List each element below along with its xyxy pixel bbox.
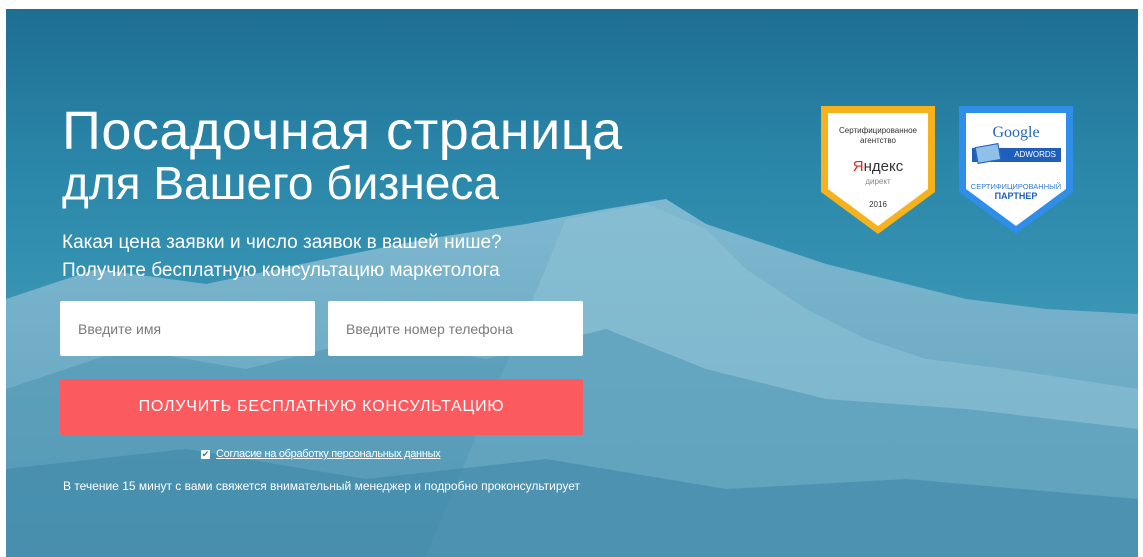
google-badge-line1: СЕРТИФИЦИРОВАННЫЙ [970,182,1062,191]
callback-note: В течение 15 минут с вами свяжется внима… [62,479,581,493]
hero-title-line2: для Вашего бизнеса [62,157,499,209]
google-badge-line2: ПАРТНЕР [994,191,1038,201]
google-adwords-badge: Google ADWORDS СЕРТИФИЦИРОВАННЫЙ ПАРТНЕР [955,104,1077,236]
hero-subtitle-line1: Какая цена заявки и число заявок в вашей… [62,232,502,253]
consent-row: ✔ Согласие на обработку персональных дан… [201,448,441,460]
yandex-logo: Яндекс [852,158,904,175]
yandex-badge-sub: директ [865,177,891,186]
yandex-badge-line2: агентство [860,136,896,145]
yandex-badge-line1: Сертифицированное [839,126,917,135]
hero-section: Посадочная страница для Вашего бизнеса К… [6,9,1138,557]
phone-input[interactable] [328,301,583,356]
consent-link[interactable]: Согласие на обработку персональных данны… [216,448,441,460]
google-logo: Google [992,124,1040,141]
hero-subtitle-line2: Получите бесплатную консультацию маркето… [62,260,500,281]
get-free-consultation-button[interactable]: ПОЛУЧИТЬ БЕСПЛАТНУЮ КОНСУЛЬТАЦИЮ [60,379,583,435]
yandex-direct-badge: Сертифицированное агентство Яндекс дирек… [817,104,939,236]
page: Посадочная страница для Вашего бизнеса К… [0,0,1143,557]
consent-checkbox[interactable]: ✔ [201,449,210,459]
name-input[interactable] [60,301,315,356]
hero-title-line1: Посадочная страница [62,101,623,161]
yandex-badge-year: 2016 [869,200,887,209]
